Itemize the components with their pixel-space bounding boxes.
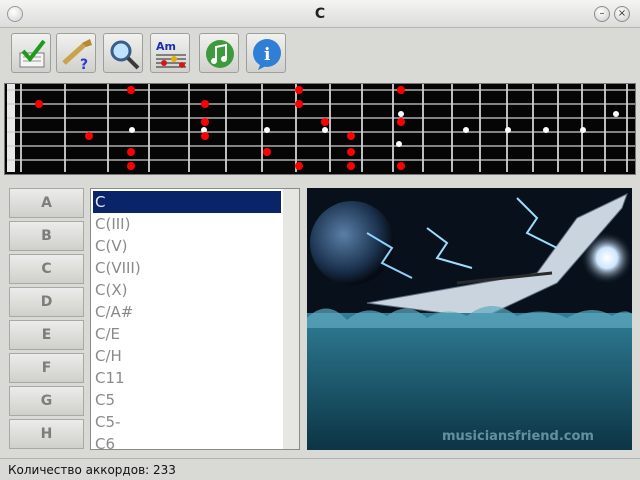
finger-dot xyxy=(201,100,209,108)
inlay-dot xyxy=(129,127,135,133)
artwork-watermark: musiciansfriend.com xyxy=(442,429,594,444)
chord-list-scrollbar[interactable] xyxy=(283,189,299,449)
chord-item[interactable]: C(V) xyxy=(91,235,299,257)
finger-dot xyxy=(347,148,355,156)
finger-dot xyxy=(127,162,135,170)
guitar-artwork: musiciansfriend.com xyxy=(307,188,632,450)
inlay-dot xyxy=(264,127,270,133)
window-title: C xyxy=(314,6,326,22)
inlay-dot xyxy=(201,127,207,133)
inlay-dot xyxy=(463,127,469,133)
finger-dot xyxy=(263,148,271,156)
status-bar: Количество аккордов: 233 xyxy=(0,458,640,480)
inlay-dot xyxy=(613,111,619,117)
guitar-quiz-button[interactable]: ? xyxy=(56,33,96,73)
finger-dot xyxy=(127,148,135,156)
chord-item[interactable]: C/A# xyxy=(91,301,299,323)
letter-button-f[interactable]: F xyxy=(9,353,84,383)
guitar-question-icon: ? xyxy=(62,39,92,71)
svg-text:i: i xyxy=(264,45,271,65)
fretboard[interactable] xyxy=(4,83,636,175)
finger-dot xyxy=(35,100,43,108)
finger-dot xyxy=(295,100,303,108)
chord-item[interactable]: C xyxy=(93,191,281,213)
finger-dot xyxy=(201,118,209,126)
chord-item[interactable]: C/H xyxy=(91,345,299,367)
finger-dot xyxy=(397,162,405,170)
finger-dot xyxy=(127,86,135,94)
inlay-dot xyxy=(580,127,586,133)
chord-item[interactable]: C11 xyxy=(91,367,299,389)
letter-button-e[interactable]: E xyxy=(9,320,84,350)
checkmark-chart-icon xyxy=(19,39,46,68)
chord-list[interactable]: C C(III) C(V) C(VIII) C(X) C/A# C/E C/H C11 C5 C5-… xyxy=(90,188,300,450)
finger-dot xyxy=(397,86,405,94)
finger-dot xyxy=(85,132,93,140)
letter-button-a[interactable]: A xyxy=(9,188,84,218)
chord-item[interactable]: C(III) xyxy=(91,213,299,235)
minimize-icon[interactable]: – xyxy=(594,6,610,22)
inlay-dot xyxy=(398,111,404,117)
letter-button-d[interactable]: D xyxy=(9,287,84,317)
svg-text:?: ? xyxy=(80,57,88,71)
inlay-dot xyxy=(543,127,549,133)
magnifier-icon xyxy=(110,40,140,70)
finger-dot xyxy=(295,86,303,94)
letter-button-c[interactable]: C xyxy=(9,254,84,284)
am-notes-icon: Am xyxy=(156,40,186,68)
finger-dot xyxy=(295,162,303,170)
search-button[interactable] xyxy=(103,33,143,73)
info-icon: i xyxy=(253,39,281,70)
chord-item[interactable]: C/E xyxy=(91,323,299,345)
letter-button-g[interactable]: G xyxy=(9,386,84,416)
finger-dot xyxy=(397,118,405,126)
fretboard-diagram[interactable] xyxy=(5,84,635,174)
svg-text:Am: Am xyxy=(156,40,176,53)
close-icon[interactable]: × xyxy=(614,6,630,22)
letter-button-b[interactable]: B xyxy=(9,221,84,251)
check-chord-button[interactable] xyxy=(11,33,51,73)
inlay-dot xyxy=(322,127,328,133)
chord-items: C C(III) C(V) C(VIII) C(X) C/A# C/E C/H C11 C5 C5-… xyxy=(91,191,299,449)
info-button[interactable]: i xyxy=(246,33,286,73)
chord-item[interactable]: C6 xyxy=(91,433,299,449)
toolbar: ? Am i xyxy=(0,28,640,78)
chord-notation-button[interactable]: Am xyxy=(150,33,190,73)
letter-button-h[interactable]: H xyxy=(9,419,84,449)
finger-dot xyxy=(201,132,209,140)
finger-dot xyxy=(347,162,355,170)
title-bar: C – × xyxy=(0,0,640,28)
fretboard-nut xyxy=(7,84,15,172)
guitar-artwork-image: musiciansfriend.com xyxy=(307,188,632,450)
chord-item[interactable]: C5- xyxy=(91,411,299,433)
music-note-icon xyxy=(206,40,234,68)
inlay-dot xyxy=(505,127,511,133)
chord-item[interactable]: C(X) xyxy=(91,279,299,301)
finger-dot xyxy=(347,132,355,140)
inlay-dot xyxy=(396,141,402,147)
chord-item[interactable]: C(VIII) xyxy=(91,257,299,279)
finger-dot xyxy=(321,118,329,126)
play-sound-button[interactable] xyxy=(199,33,239,73)
chord-item[interactable]: C5 xyxy=(91,389,299,411)
